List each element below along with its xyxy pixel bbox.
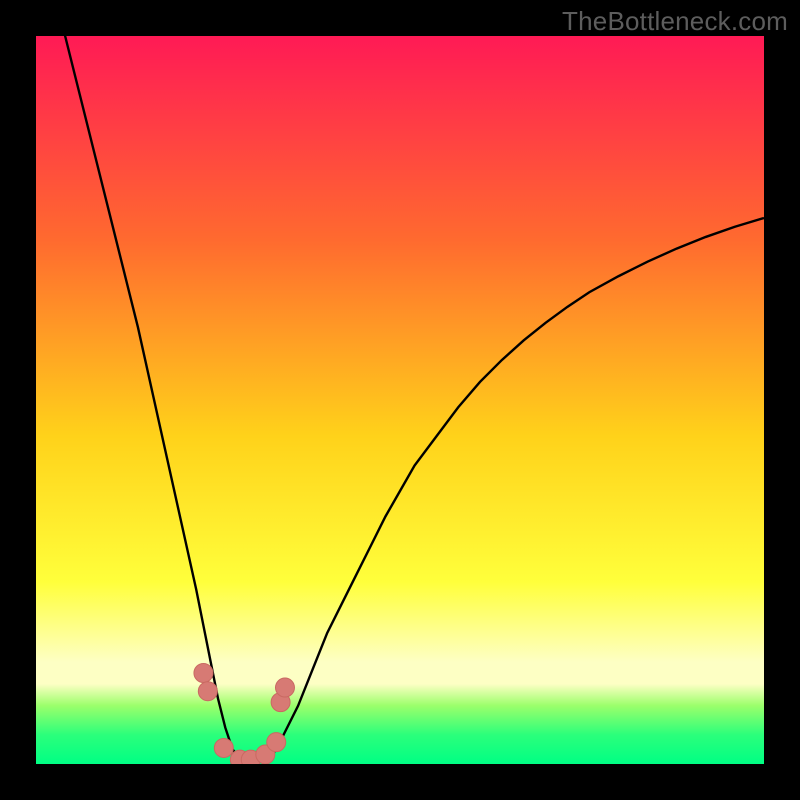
marker-dot — [214, 738, 233, 757]
watermark-text: TheBottleneck.com — [562, 6, 788, 37]
marker-dot — [198, 682, 217, 701]
marker-dot — [267, 733, 286, 752]
plot-area — [36, 36, 764, 764]
plot-svg — [36, 36, 764, 764]
marker-dot — [194, 664, 213, 683]
gradient-background — [36, 36, 764, 764]
chart-stage: TheBottleneck.com — [0, 0, 800, 800]
marker-dot — [275, 678, 294, 697]
